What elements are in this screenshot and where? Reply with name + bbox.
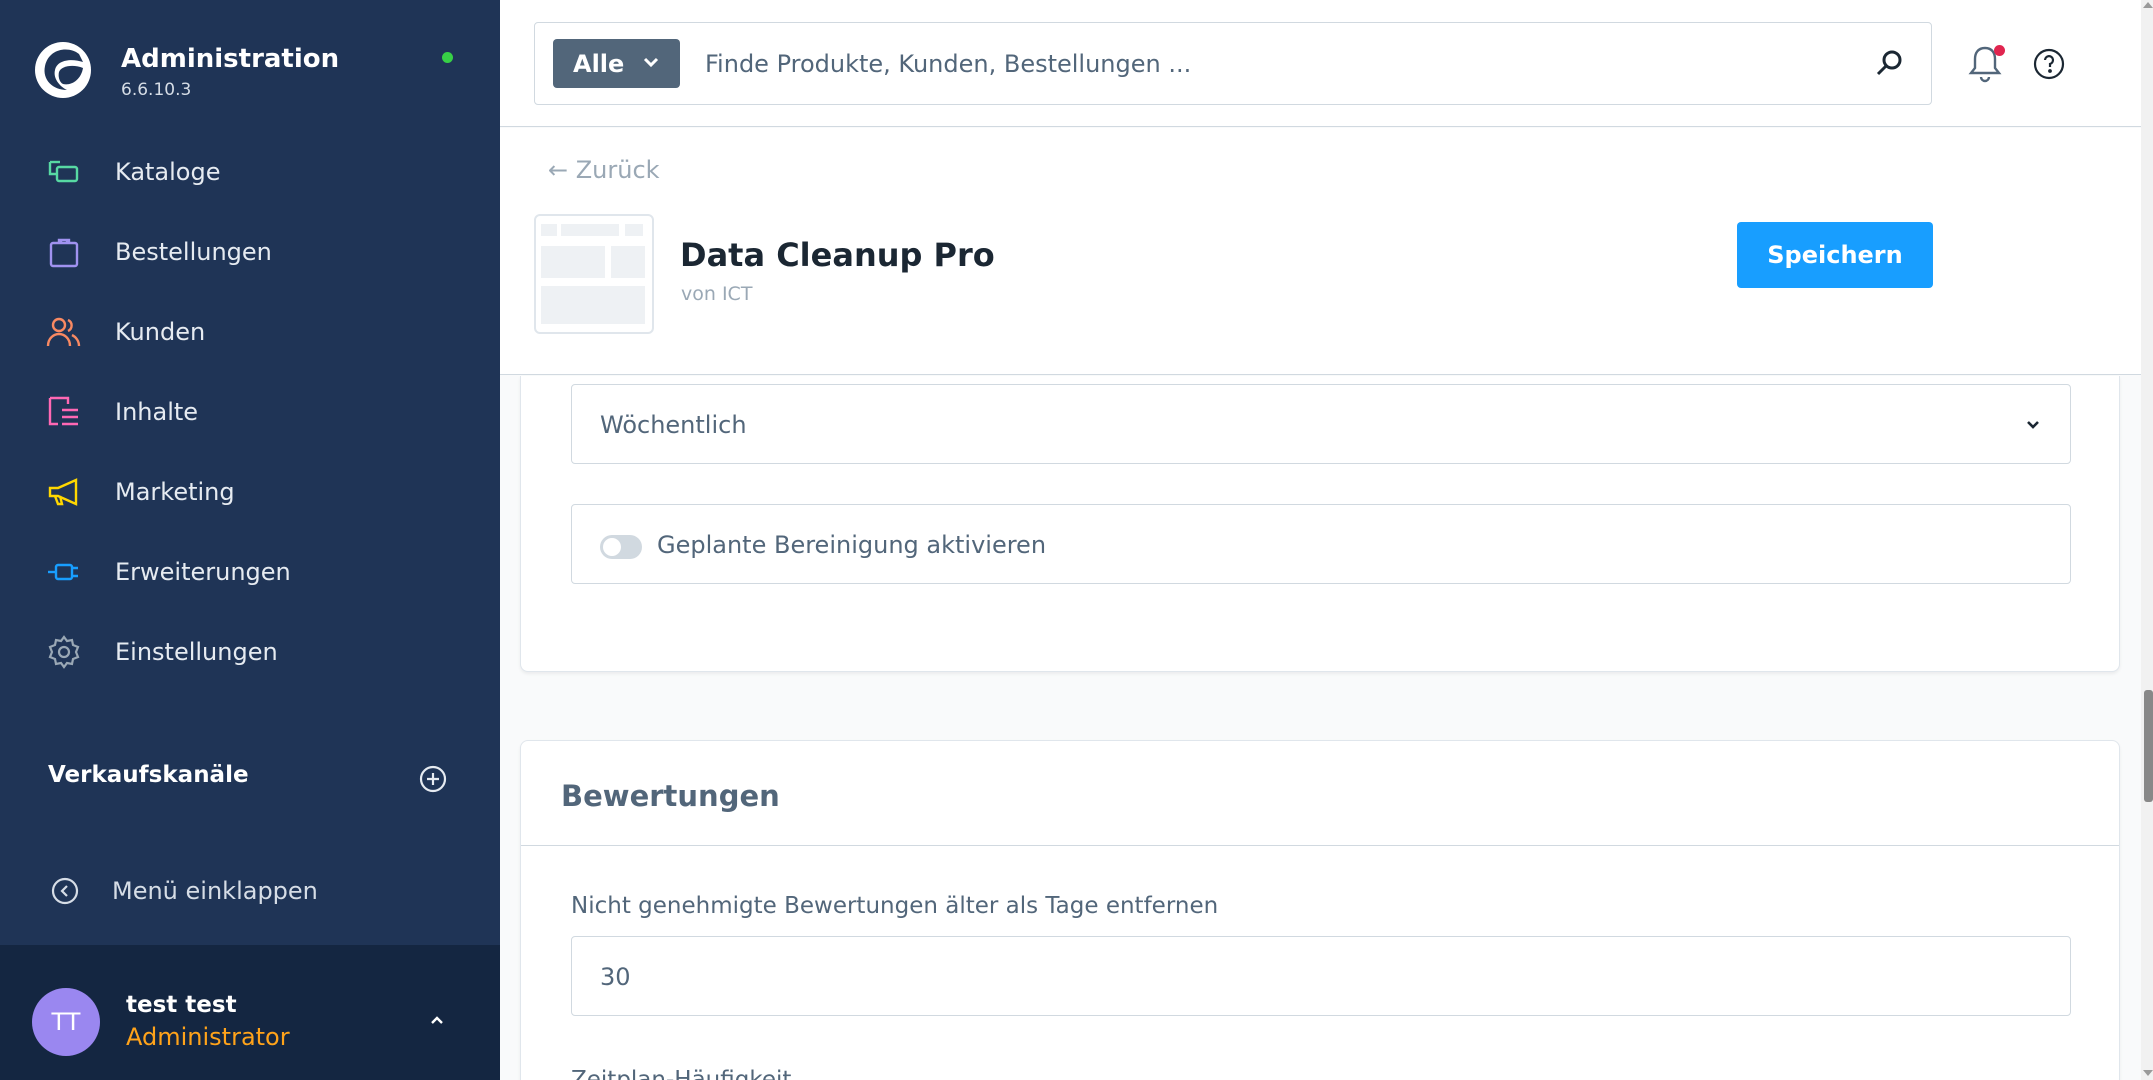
search-input[interactable] — [705, 41, 1825, 87]
chevron-up-icon[interactable] — [426, 1009, 448, 1031]
shopware-logo-icon[interactable] — [33, 40, 93, 100]
sidebar-header: Administration 6.6.10.3 — [0, 0, 500, 125]
schedule-card: Wöchentlich Geplante Bereinigung aktivie… — [520, 376, 2120, 672]
divider — [521, 845, 2119, 846]
global-search: Alle — [534, 22, 1932, 105]
scheduled-cleanup-toggle[interactable] — [600, 535, 642, 559]
scrollbar-thumb[interactable] — [2144, 690, 2153, 802]
sidebar-item-label: Bestellungen — [115, 238, 272, 266]
extension-vendor: von ICT — [681, 283, 753, 305]
gear-icon — [46, 634, 82, 670]
sidebar-item-label: Inhalte — [115, 398, 199, 426]
chevron-down-icon — [2027, 421, 2039, 429]
sidebar-item-einstellungen[interactable]: Einstellungen — [0, 622, 500, 682]
user-name: test test — [126, 992, 237, 1018]
catalog-icon — [46, 154, 82, 190]
user-panel[interactable]: TT test test Administrator — [0, 945, 500, 1080]
sidebar-item-inhalte[interactable]: Inhalte — [0, 382, 500, 442]
search-type-label: Alle — [573, 49, 625, 78]
users-icon — [46, 314, 82, 350]
chevron-left-circle-icon — [51, 877, 79, 905]
extension-header: ← Zurück Data Cleanup Pro von ICT Speich… — [500, 128, 2141, 375]
frequency-select[interactable]: Wöchentlich — [571, 384, 2071, 464]
sidebar-item-label: Marketing — [115, 478, 235, 506]
collapse-menu-button[interactable]: Menü einklappen — [48, 873, 348, 909]
sidebar-item-erweiterungen[interactable]: Erweiterungen — [0, 542, 500, 602]
collapse-menu-label: Menü einklappen — [112, 877, 318, 905]
search-type-dropdown[interactable]: Alle — [553, 39, 680, 88]
scroll-down-arrow-icon[interactable] — [2143, 1070, 2153, 1076]
scroll-up-arrow-icon[interactable] — [2143, 2, 2153, 8]
review-days-label: Nicht genehmigte Bewertungen älter als T… — [571, 893, 1219, 919]
sidebar: Administration 6.6.10.3 Kataloge Bestell… — [0, 0, 500, 1080]
help-icon[interactable] — [2032, 47, 2066, 81]
sidebar-item-label: Einstellungen — [115, 638, 278, 666]
scheduled-cleanup-switch-field: Geplante Bereinigung aktivieren — [571, 504, 2071, 584]
reviews-card-title: Bewertungen — [561, 779, 780, 813]
sidebar-item-kataloge[interactable]: Kataloge — [0, 142, 500, 202]
plug-icon — [46, 554, 82, 590]
reviews-card: Bewertungen Nicht genehmigte Bewertungen… — [520, 740, 2120, 1080]
shopping-bag-icon — [46, 234, 82, 270]
user-role: Administrator — [126, 1023, 290, 1051]
review-days-value: 30 — [600, 963, 631, 991]
page-scrollbar[interactable] — [2141, 0, 2153, 1080]
chevron-down-icon — [643, 57, 659, 68]
app-version: 6.6.10.3 — [121, 80, 192, 100]
sidebar-item-bestellungen[interactable]: Bestellungen — [0, 222, 500, 282]
page-title: Data Cleanup Pro — [680, 236, 995, 274]
top-bar: Alle — [500, 0, 2141, 127]
placeholder-image-icon — [541, 224, 645, 324]
notification-badge — [1994, 45, 2005, 56]
schedule-frequency-label: Zeitplan-Häufigkeit — [571, 1067, 792, 1080]
sidebar-item-label: Kataloge — [115, 158, 221, 186]
sidebar-item-marketing[interactable]: Marketing — [0, 462, 500, 522]
extension-thumbnail — [534, 214, 654, 334]
avatar: TT — [32, 988, 100, 1056]
add-sales-channel-icon[interactable] — [418, 764, 448, 794]
sales-channels-heading: Verkaufskanäle — [48, 762, 249, 788]
sidebar-item-label: Kunden — [115, 318, 206, 346]
back-link[interactable]: ← Zurück — [548, 156, 660, 184]
search-icon[interactable] — [1873, 47, 1905, 79]
review-days-input[interactable]: 30 — [571, 936, 2071, 1016]
save-button[interactable]: Speichern — [1737, 222, 1933, 288]
megaphone-icon — [46, 474, 82, 510]
scheduled-cleanup-label: Geplante Bereinigung aktivieren — [657, 531, 1047, 559]
sidebar-item-label: Erweiterungen — [115, 558, 291, 586]
status-indicator — [442, 52, 453, 63]
frequency-value: Wöchentlich — [600, 411, 747, 439]
app-title: Administration — [121, 44, 340, 74]
content-list-icon — [46, 394, 82, 430]
sidebar-item-kunden[interactable]: Kunden — [0, 302, 500, 362]
